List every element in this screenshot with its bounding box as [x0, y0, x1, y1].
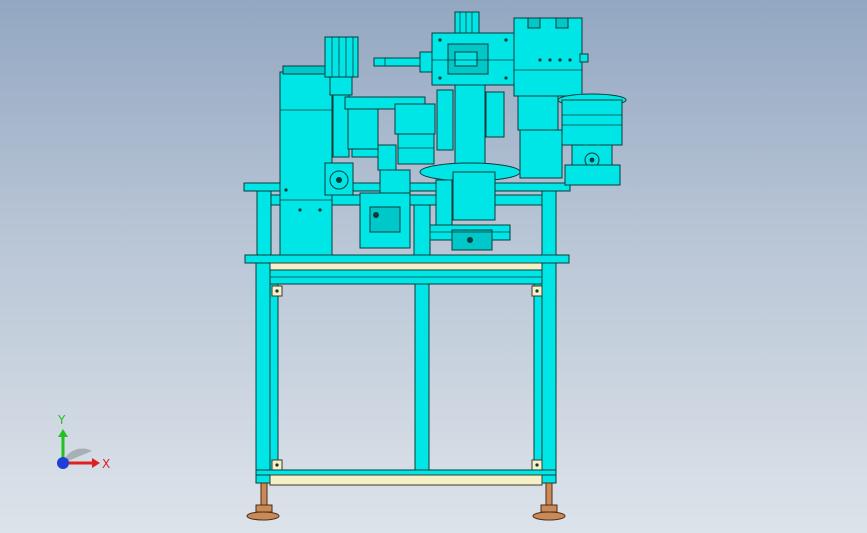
bottom-stretcher	[255, 469, 557, 476]
leg-center	[414, 283, 430, 473]
z-axis-dot	[57, 457, 69, 469]
central-gantry	[431, 11, 515, 86]
base-frame	[244, 254, 570, 521]
table-top	[244, 254, 570, 264]
x-axis-label: X	[102, 457, 111, 471]
leg-right-inner	[533, 283, 543, 475]
bottom-rail	[269, 474, 543, 486]
leg-left-inner	[269, 283, 279, 475]
right-housing	[513, 17, 589, 97]
horizontal-cylinder	[373, 51, 439, 73]
leg-right	[541, 262, 557, 484]
central-rotary-dial	[419, 84, 563, 251]
orientation-triad	[57, 429, 100, 469]
right-feeder-bowl	[557, 93, 627, 186]
machine-assembly-model[interactable]: .c { fill: #00e5e5; stroke: #0b3b3b; str…	[0, 0, 867, 533]
cad-viewport[interactable]: .c { fill: #00e5e5; stroke: #0b3b3b; str…	[0, 0, 867, 533]
top-rail	[255, 262, 557, 271]
y-axis-label: Y	[58, 413, 66, 427]
leg-left	[255, 262, 271, 484]
leveling-foot-right	[532, 482, 566, 521]
leveling-foot-left	[246, 482, 280, 521]
